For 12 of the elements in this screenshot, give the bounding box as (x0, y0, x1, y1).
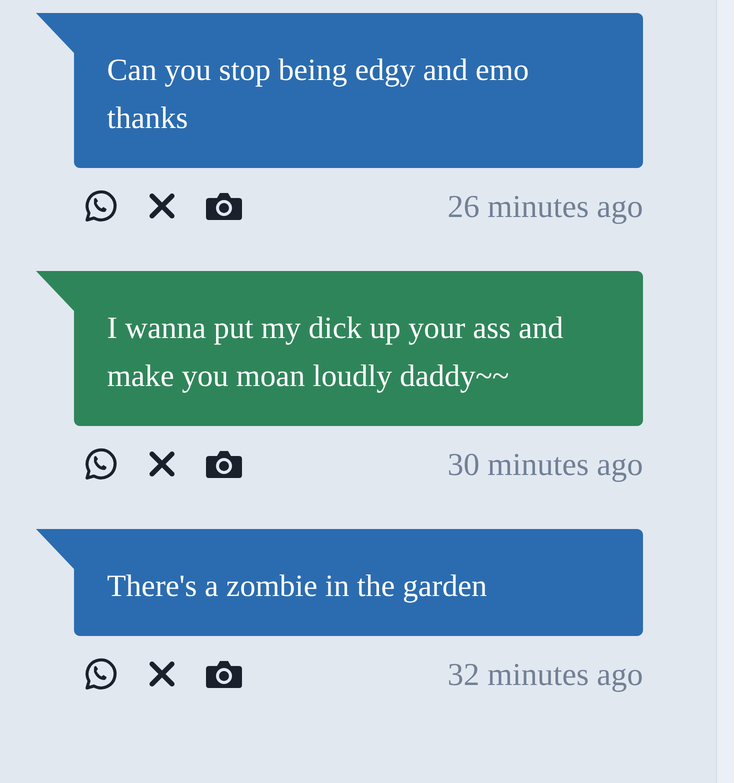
message-text: Can you stop being edgy and emo thanks (107, 51, 530, 137)
close-icon[interactable] (147, 191, 177, 221)
camera-icon[interactable] (205, 190, 243, 222)
timestamp: 26 minutes ago (447, 188, 643, 224)
timestamp: 32 minutes ago (447, 656, 643, 692)
close-icon[interactable] (147, 449, 177, 479)
timestamp: 30 minutes ago (447, 446, 643, 482)
message-text: I wanna put my dick up your ass and make you moan loudly daddy~~ (107, 309, 564, 395)
camera-icon[interactable] (205, 658, 243, 690)
message-text: There's a zombie in the garden (107, 567, 488, 605)
camera-icon[interactable] (205, 448, 243, 480)
close-icon[interactable] (147, 659, 177, 689)
